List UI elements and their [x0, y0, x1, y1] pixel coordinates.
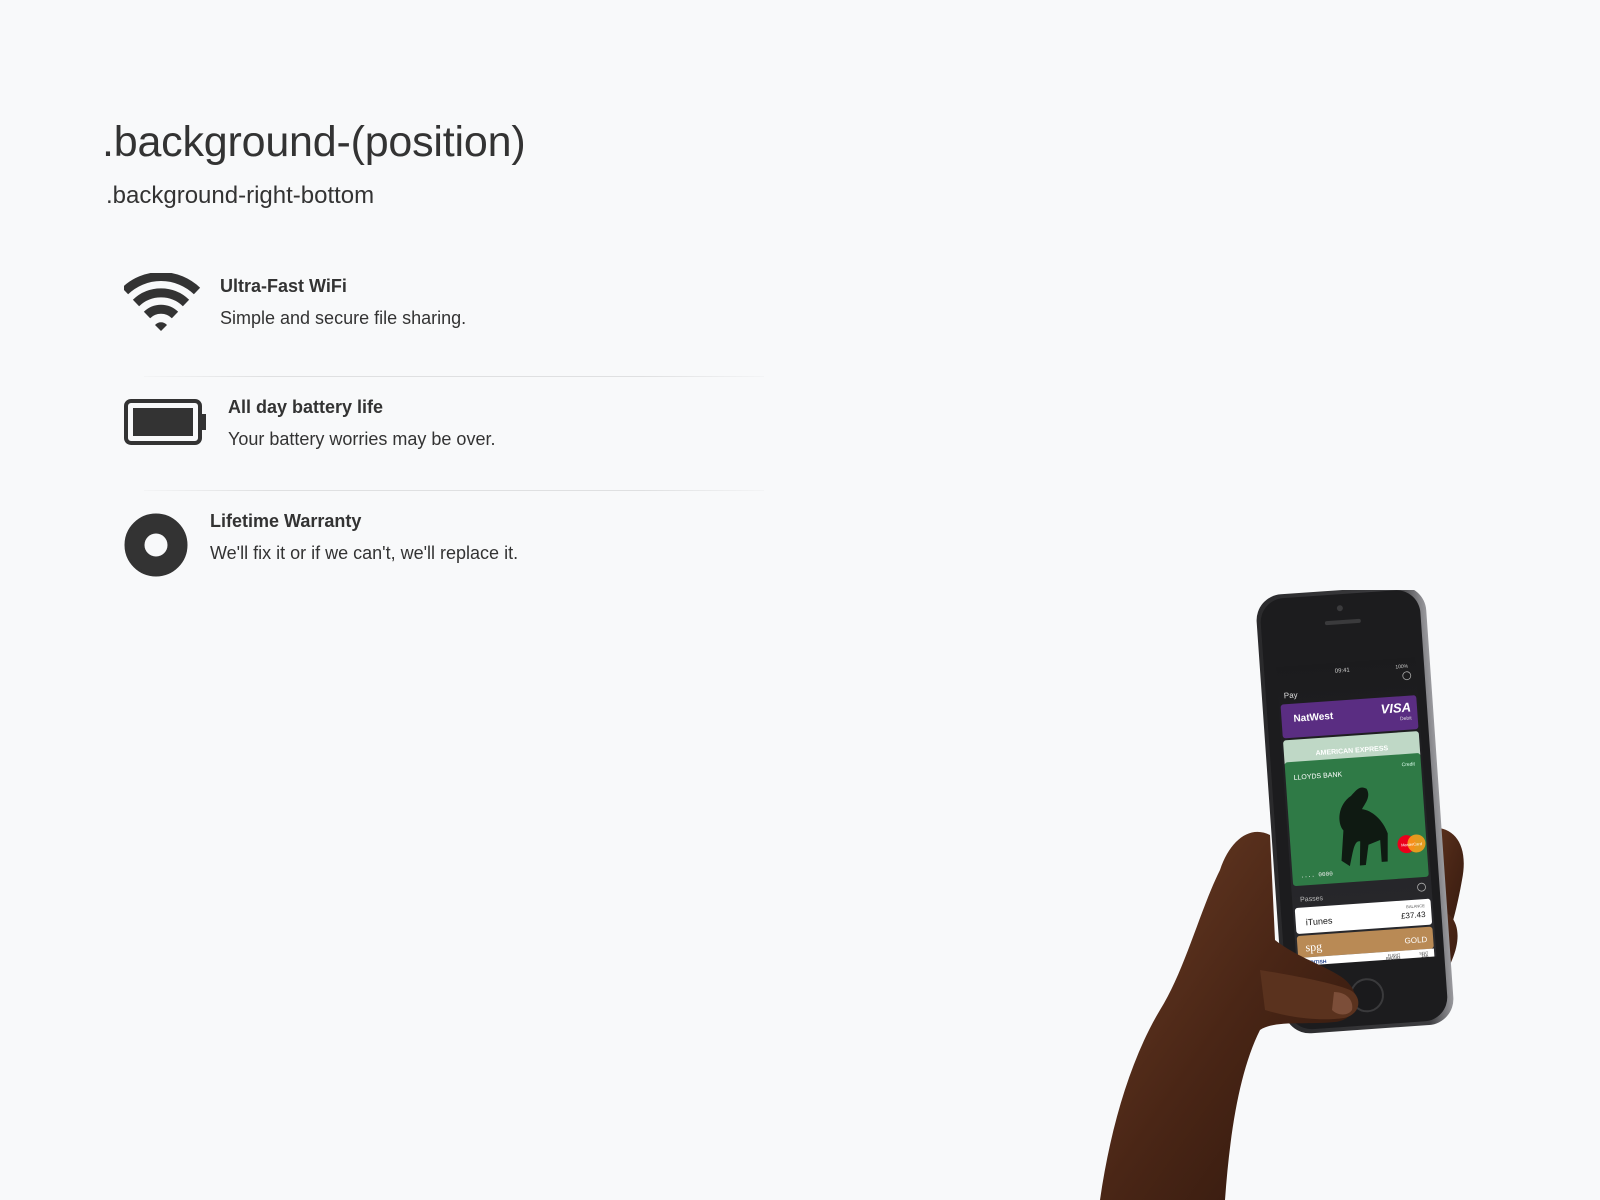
feature-text: All day battery life Your battery worrie…: [228, 397, 495, 450]
feature-name: Lifetime Warranty: [210, 511, 362, 531]
feature-item-warranty: Lifetime Warranty We'll fix it or if we …: [124, 491, 764, 604]
page: .background-(position) .background-right…: [0, 0, 1600, 1200]
feature-description: We'll fix it or if we can't, we'll repla…: [210, 543, 519, 563]
feature-name: Ultra-Fast WiFi: [220, 276, 347, 296]
feature-item-wifi: Ultra-Fast WiFi Simple and secure file s…: [121, 263, 764, 376]
battery-icon: [124, 399, 210, 467]
status-battery: 100%: [1395, 664, 1409, 671]
pass-flight-value: BA0183: [1386, 955, 1401, 961]
card-visa-sub: Debit: [1400, 715, 1413, 722]
pass-spg-tier: GOLD: [1404, 935, 1427, 946]
card-lloyds-sub: Credit: [1401, 761, 1415, 768]
feature-name: All day battery life: [228, 397, 384, 417]
card-visa: VISA: [1380, 700, 1411, 717]
feature-text: Lifetime Warranty We'll fix it or if we …: [210, 511, 518, 564]
wifi-icon: [121, 272, 210, 341]
feature-item-battery: All day battery life Your battery worrie…: [124, 377, 764, 490]
pay-label: Pay: [1284, 690, 1298, 700]
page-title: .background-(position): [102, 118, 526, 166]
feature-text: Ultra-Fast WiFi Simple and secure file s…: [220, 276, 466, 329]
pass-itunes: iTunes: [1305, 915, 1333, 927]
lifebuoy-icon: [124, 513, 210, 581]
hero-image-hand-with-phone: 09:41 100% Pay NatWest VISA Debit AMERIC…: [1100, 586, 1520, 1200]
pass-seat-value: 14A: [1421, 953, 1429, 959]
status-time: 09:41: [1335, 668, 1351, 675]
feature-description: Your battery worries may be over.: [228, 429, 496, 449]
page-subtitle: .background-right-bottom: [106, 182, 375, 209]
feature-description: Simple and secure file sharing.: [220, 308, 467, 328]
feature-list: Ultra-Fast WiFi Simple and secure file s…: [121, 263, 764, 604]
pass-balance-value: £37.43: [1401, 910, 1427, 921]
pass-spg: spg: [1305, 939, 1323, 954]
